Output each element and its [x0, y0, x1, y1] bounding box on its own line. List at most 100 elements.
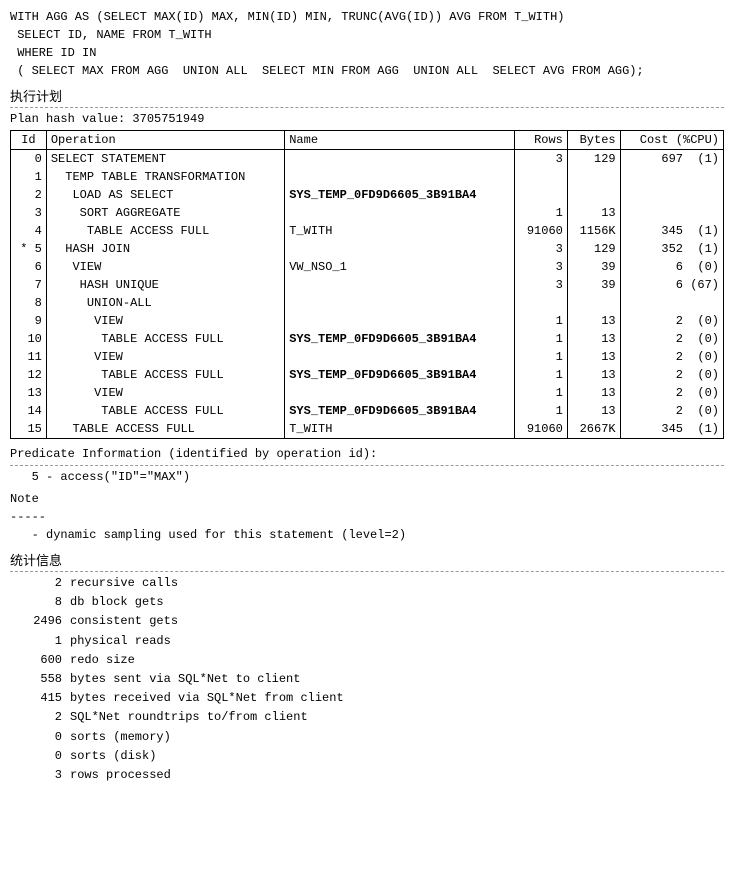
cell-bytes: 1156K — [567, 222, 620, 240]
table-row: 2 LOAD AS SELECT SYS_TEMP_0FD9D6605_3B91… — [11, 186, 724, 204]
cell-name: VW_NSO_1 — [285, 258, 515, 276]
cell-name — [285, 384, 515, 402]
cell-rows — [515, 294, 568, 312]
stat-num: 8 — [10, 593, 70, 612]
cell-cost — [620, 204, 723, 222]
cell-bytes: 129 — [567, 150, 620, 168]
cell-operation: TABLE ACCESS FULL — [46, 366, 284, 384]
list-item: 2496consistent gets — [10, 612, 724, 631]
note-title: Note — [10, 490, 724, 508]
list-item: 0sorts (disk) — [10, 747, 724, 766]
stat-label: SQL*Net roundtrips to/from client — [70, 708, 724, 727]
list-item: 600redo size — [10, 651, 724, 670]
cell-bytes: 13 — [567, 204, 620, 222]
cell-id: 4 — [11, 222, 47, 240]
cell-rows: 1 — [515, 348, 568, 366]
cell-cost: 2 (0) — [620, 348, 723, 366]
cell-cost: 2 (0) — [620, 312, 723, 330]
col-rows: Rows — [515, 131, 568, 150]
cell-name — [285, 276, 515, 294]
stat-num: 0 — [10, 728, 70, 747]
note-divider: ----- — [10, 508, 724, 526]
table-row: 3 SORT AGGREGATE 1 13 — [11, 204, 724, 222]
cell-cost — [620, 294, 723, 312]
sql-block: WITH AGG AS (SELECT MAX(ID) MAX, MIN(ID)… — [10, 8, 724, 80]
cell-rows: 1 — [515, 312, 568, 330]
col-operation: Operation — [46, 131, 284, 150]
table-row: 7 HASH UNIQUE 3 39 6 (67) — [11, 276, 724, 294]
col-id: Id — [11, 131, 47, 150]
list-item: 1physical reads — [10, 632, 724, 651]
cell-cost: 2 (0) — [620, 384, 723, 402]
cell-cost: 2 (0) — [620, 366, 723, 384]
cell-rows: 1 — [515, 402, 568, 420]
cell-bytes: 13 — [567, 384, 620, 402]
cell-operation: TABLE ACCESS FULL — [46, 222, 284, 240]
sql-line1: WITH AGG AS (SELECT MAX(ID) MAX, MIN(ID)… — [10, 8, 724, 26]
plan-header-row: Id Operation Name Rows Bytes Cost (%CPU) — [11, 131, 724, 150]
list-item: 2recursive calls — [10, 574, 724, 593]
cell-operation: LOAD AS SELECT — [46, 186, 284, 204]
predicate-title: Predicate Information (identified by ope… — [10, 445, 724, 463]
cell-rows: 3 — [515, 276, 568, 294]
stat-num: 600 — [10, 651, 70, 670]
col-bytes: Bytes — [567, 131, 620, 150]
cell-operation: VIEW — [46, 384, 284, 402]
cell-name: T_WITH — [285, 420, 515, 439]
exec-plan-title: 执行计划 — [10, 86, 724, 105]
cell-id: 14 — [11, 402, 47, 420]
cell-rows: 3 — [515, 258, 568, 276]
stat-num: 415 — [10, 689, 70, 708]
cell-id: 7 — [11, 276, 47, 294]
table-row: 0 SELECT STATEMENT 3 129 697 (1) — [11, 150, 724, 168]
stat-num: 558 — [10, 670, 70, 689]
cell-name: T_WITH — [285, 222, 515, 240]
cell-rows: 91060 — [515, 222, 568, 240]
stat-label: physical reads — [70, 632, 724, 651]
cell-name — [285, 150, 515, 168]
table-row: 9 VIEW 1 13 2 (0) — [11, 312, 724, 330]
cell-rows: 91060 — [515, 420, 568, 439]
stats-section: 统计信息 2recursive calls8db block gets2496c… — [10, 550, 724, 785]
cell-name — [285, 348, 515, 366]
table-row: 4 TABLE ACCESS FULL T_WITH 91060 1156K 3… — [11, 222, 724, 240]
table-row: 6 VIEW VW_NSO_1 3 39 6 (0) — [11, 258, 724, 276]
cell-name: SYS_TEMP_0FD9D6605_3B91BA4 — [285, 186, 515, 204]
plan-table: Id Operation Name Rows Bytes Cost (%CPU)… — [10, 130, 724, 439]
sql-line4: ( SELECT MAX FROM AGG UNION ALL SELECT M… — [10, 62, 724, 80]
stat-label: redo size — [70, 651, 724, 670]
cell-bytes: 129 — [567, 240, 620, 258]
table-row: 15 TABLE ACCESS FULL T_WITH 91060 2667K … — [11, 420, 724, 439]
predicate-section: Predicate Information (identified by ope… — [10, 445, 724, 544]
cell-operation: TABLE ACCESS FULL — [46, 420, 284, 439]
cell-operation: VIEW — [46, 258, 284, 276]
cell-id: * 5 — [11, 240, 47, 258]
cell-cost: 6 (0) — [620, 258, 723, 276]
cell-name — [285, 294, 515, 312]
stats-rows: 2recursive calls8db block gets2496consis… — [10, 574, 724, 785]
cell-rows: 1 — [515, 366, 568, 384]
table-row: 13 VIEW 1 13 2 (0) — [11, 384, 724, 402]
cell-cost: 2 (0) — [620, 330, 723, 348]
plan-table-container: Id Operation Name Rows Bytes Cost (%CPU)… — [10, 130, 724, 439]
stat-label: recursive calls — [70, 574, 724, 593]
cell-id: 11 — [11, 348, 47, 366]
table-row: 11 VIEW 1 13 2 (0) — [11, 348, 724, 366]
plan-hash: Plan hash value: 3705751949 — [10, 112, 724, 126]
list-item: 2SQL*Net roundtrips to/from client — [10, 708, 724, 727]
cell-name — [285, 312, 515, 330]
cell-bytes: 13 — [567, 312, 620, 330]
list-item: 0sorts (memory) — [10, 728, 724, 747]
cell-id: 13 — [11, 384, 47, 402]
cell-name: SYS_TEMP_0FD9D6605_3B91BA4 — [285, 402, 515, 420]
cell-id: 3 — [11, 204, 47, 222]
cell-operation: TABLE ACCESS FULL — [46, 330, 284, 348]
cell-cost: 345 (1) — [620, 222, 723, 240]
predicate-items: 5 - access("ID"="MAX") — [10, 468, 724, 486]
cell-id: 8 — [11, 294, 47, 312]
cell-bytes — [567, 168, 620, 186]
table-row: 1 TEMP TABLE TRANSFORMATION — [11, 168, 724, 186]
cell-cost: 6 (67) — [620, 276, 723, 294]
cell-operation: VIEW — [46, 348, 284, 366]
cell-rows — [515, 186, 568, 204]
